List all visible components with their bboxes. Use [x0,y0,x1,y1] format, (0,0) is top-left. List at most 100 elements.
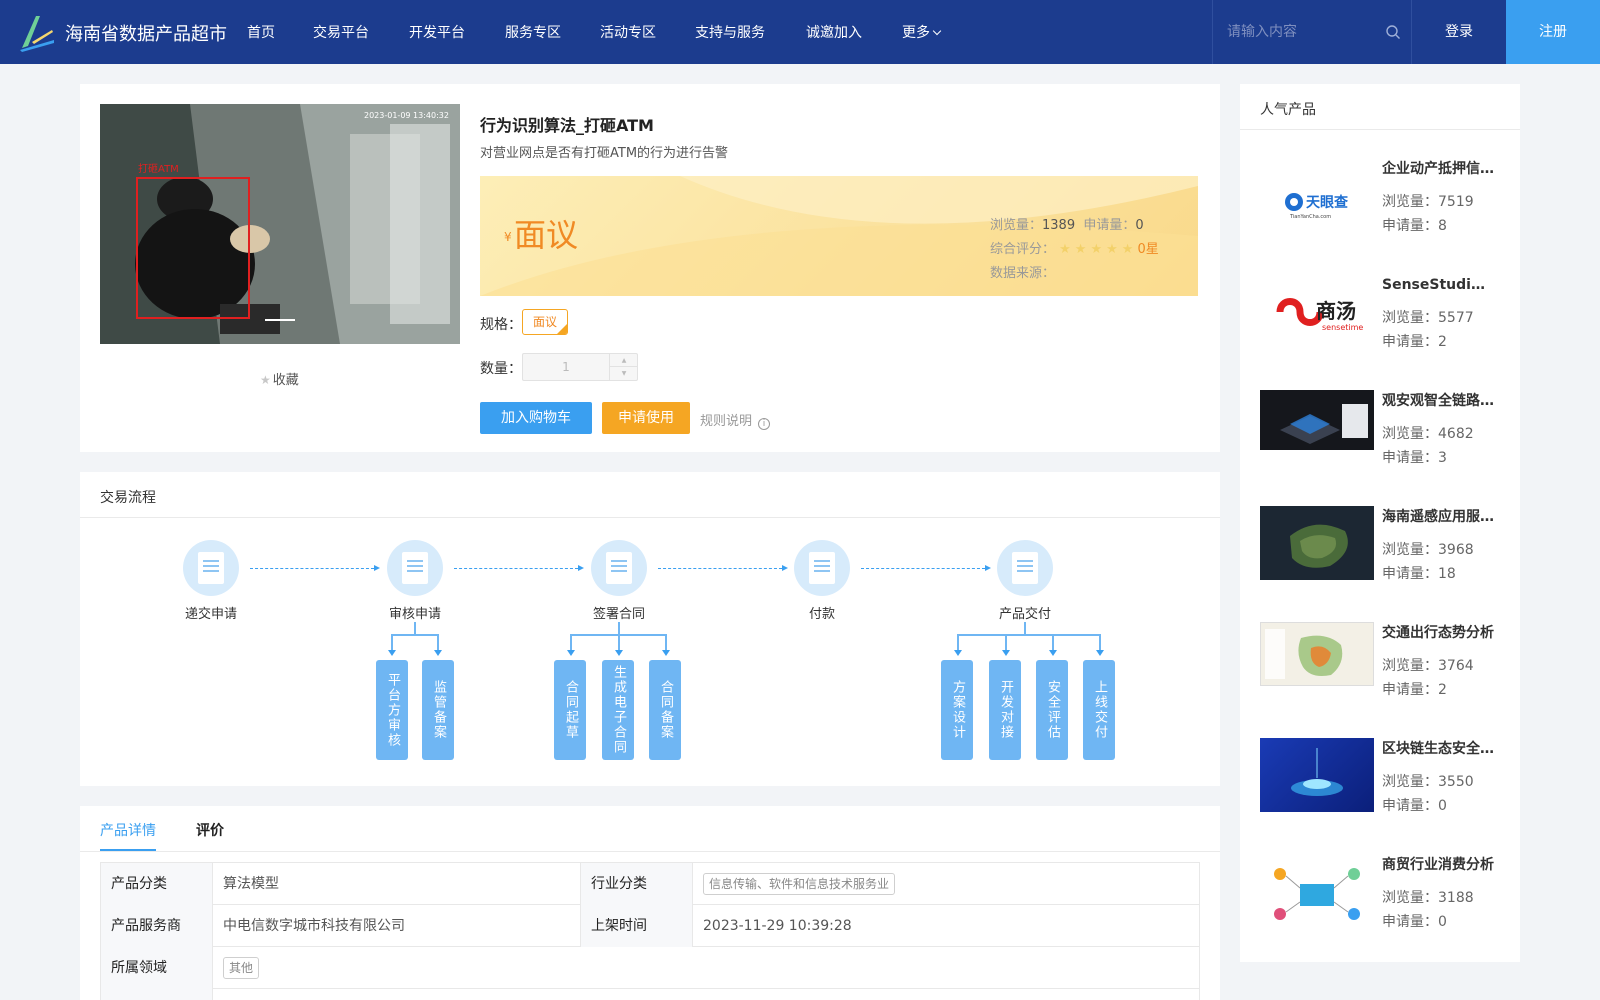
branch-line [665,634,667,650]
document-icon [606,552,632,584]
views-label: 浏览量： [990,218,1043,233]
branch-line [618,622,620,634]
product-image[interactable]: 2023-01-09 13:40:32 打砸ATM [100,104,460,344]
popular-item[interactable]: 天眼查 TianYanCha.com 企业动产抵押信息查询 浏览量：7519 申… [1260,158,1500,258]
product-summary-card: 2023-01-09 13:40:32 打砸ATM ★ 收藏 行为识别算法_打砸A… [80,84,1220,452]
rating-value: 0星 [1137,242,1159,257]
product-description: 对营业网点是否有打砸ATM的行为进行告警 [480,146,729,161]
register-button[interactable]: 注册 [1506,0,1600,64]
blockchain-thumbnail [1260,738,1374,812]
data-security-thumbnail [1260,390,1374,450]
branch-line [1052,634,1054,650]
surveillance-image: 2023-01-09 13:40:32 打砸ATM [100,104,460,344]
rules-link[interactable]: 规则说明 i [700,410,771,430]
selected-corner-icon [557,324,567,334]
payment-icon [794,540,850,596]
nav-services[interactable]: 服务专区 [505,22,561,42]
popular-item[interactable]: 观安观智全链路数据安全 浏览量：4682 申请量：3 [1260,390,1500,490]
document-icon [809,552,835,584]
spec-option-chip[interactable]: 面议 [522,309,568,335]
svg-text:商汤: 商汤 [1316,299,1356,323]
nav-trading-platform[interactable]: 交易平台 [313,22,369,42]
nav-activities[interactable]: 活动专区 [600,22,656,42]
substep-security-assessment: 安全评估 [1036,660,1068,760]
quantity-input[interactable]: 1 [523,354,609,380]
chevron-down-icon [932,26,942,36]
image-detection-tag: 打砸ATM [138,162,179,175]
increment-icon[interactable]: ▲ [610,354,638,367]
svg-text:TianYanCha.com: TianYanCha.com [1289,214,1331,220]
substep-e-contract: 生成电子合同 [602,660,634,760]
popular-item-name: 商贸行业消费分析 [1382,857,1494,873]
site-name[interactable]: 海南省数据产品超市 [65,20,227,46]
nav-more[interactable]: 更多 [902,22,942,42]
popular-item-views: 浏览量：3764 [1382,658,1474,674]
nav-join[interactable]: 诚邀加入 [806,22,862,42]
popular-item-apps: 申请量：18 [1382,566,1456,582]
listed-time-label: 上架时间 [581,905,693,947]
branch-line [1024,622,1026,634]
popular-item-apps: 申请量：3 [1382,450,1447,466]
table-row: 产品分类 算法模型 行业分类 信息传输、软件和信息技术服务业 [101,863,1199,905]
branch-line [414,622,416,634]
empty-label [101,989,213,1000]
step-label: 递交申请 [184,607,237,622]
popular-item[interactable]: 商汤 sensetime SenseStudio人工智能平台 浏览量：5577 … [1260,274,1500,374]
substep-dev-integration: 开发对接 [989,660,1021,760]
search-box [1212,0,1412,64]
rating-label: 综合评分： [990,242,1056,257]
flow-arrow [454,565,584,571]
branch-line [1099,634,1101,650]
consumption-analysis-thumbnail [1260,854,1374,934]
substep-solution-design: 方案设计 [941,660,973,760]
quantity-stepper: 1 ▲ ▼ [522,353,638,381]
table-row [101,989,1199,1000]
popular-item[interactable]: 商贸行业消费分析 浏览量：3188 申请量：0 [1260,854,1500,954]
arrow-down-icon [1002,650,1010,656]
sign-contract-icon [591,540,647,596]
flow-arrow [658,565,788,571]
decrement-icon[interactable]: ▼ [610,367,638,380]
provider-value: 中电信数字城市科技有限公司 [213,905,581,947]
domain-tag: 其他 [223,957,260,979]
substep-contract-draft: 合同起草 [554,660,586,760]
svg-text:sensetime: sensetime [1322,323,1363,332]
step-label: 付款 [808,607,835,622]
sensetime-logo: 商汤 sensetime [1260,276,1374,348]
quantity-arrows: ▲ ▼ [609,354,638,380]
favorite-button[interactable]: ★ 收藏 [260,369,299,388]
popular-item[interactable]: 区块链生态安全服务 浏览量：3550 申请量：0 [1260,738,1500,838]
arrow-down-icon [1096,650,1104,656]
document-icon [198,552,224,584]
stats-line-3: 数据来源： [990,262,1159,286]
detail-tabs: 产品详情 评价 [80,806,1220,852]
nav-home[interactable]: 首页 [247,22,275,42]
nav-dev-platform[interactable]: 开发平台 [409,22,465,42]
listed-time-value: 2023-11-29 10:39:28 [703,918,852,934]
tab-reviews[interactable]: 评价 [196,820,224,840]
add-to-cart-button[interactable]: 加入购物车 [480,402,592,434]
popular-item-views: 浏览量：4682 [1382,426,1474,442]
substep-contract-filing: 合同备案 [649,660,681,760]
search-input[interactable] [1227,22,1367,42]
site-logo[interactable] [18,12,56,52]
login-button[interactable]: 登录 [1412,0,1506,64]
branch-line [437,634,439,650]
favorite-label: 收藏 [272,373,299,388]
apply-use-button[interactable]: 申请使用 [602,402,690,434]
popular-item[interactable]: 海南遥感应用服务平台 浏览量：3968 申请量：18 [1260,506,1500,606]
applications-label: 申请量： [1083,218,1136,233]
search-icon[interactable] [1385,24,1401,40]
review-application-icon [387,540,443,596]
nav-support[interactable]: 支持与服务 [695,22,765,42]
flow-arrow [861,565,991,571]
popular-item-views: 浏览量：7519 [1382,194,1474,210]
arrow-down-icon [615,650,623,656]
branch-line [391,634,393,650]
process-title: 交易流程 [100,490,156,506]
tab-product-details[interactable]: 产品详情 [100,820,156,851]
branch-line [957,634,1101,636]
tianyancha-logo: 天眼查 TianYanCha.com [1260,160,1374,250]
popular-item[interactable]: 交通出行态势分析 浏览量：3764 申请量：2 [1260,622,1500,722]
document-icon [402,552,428,584]
